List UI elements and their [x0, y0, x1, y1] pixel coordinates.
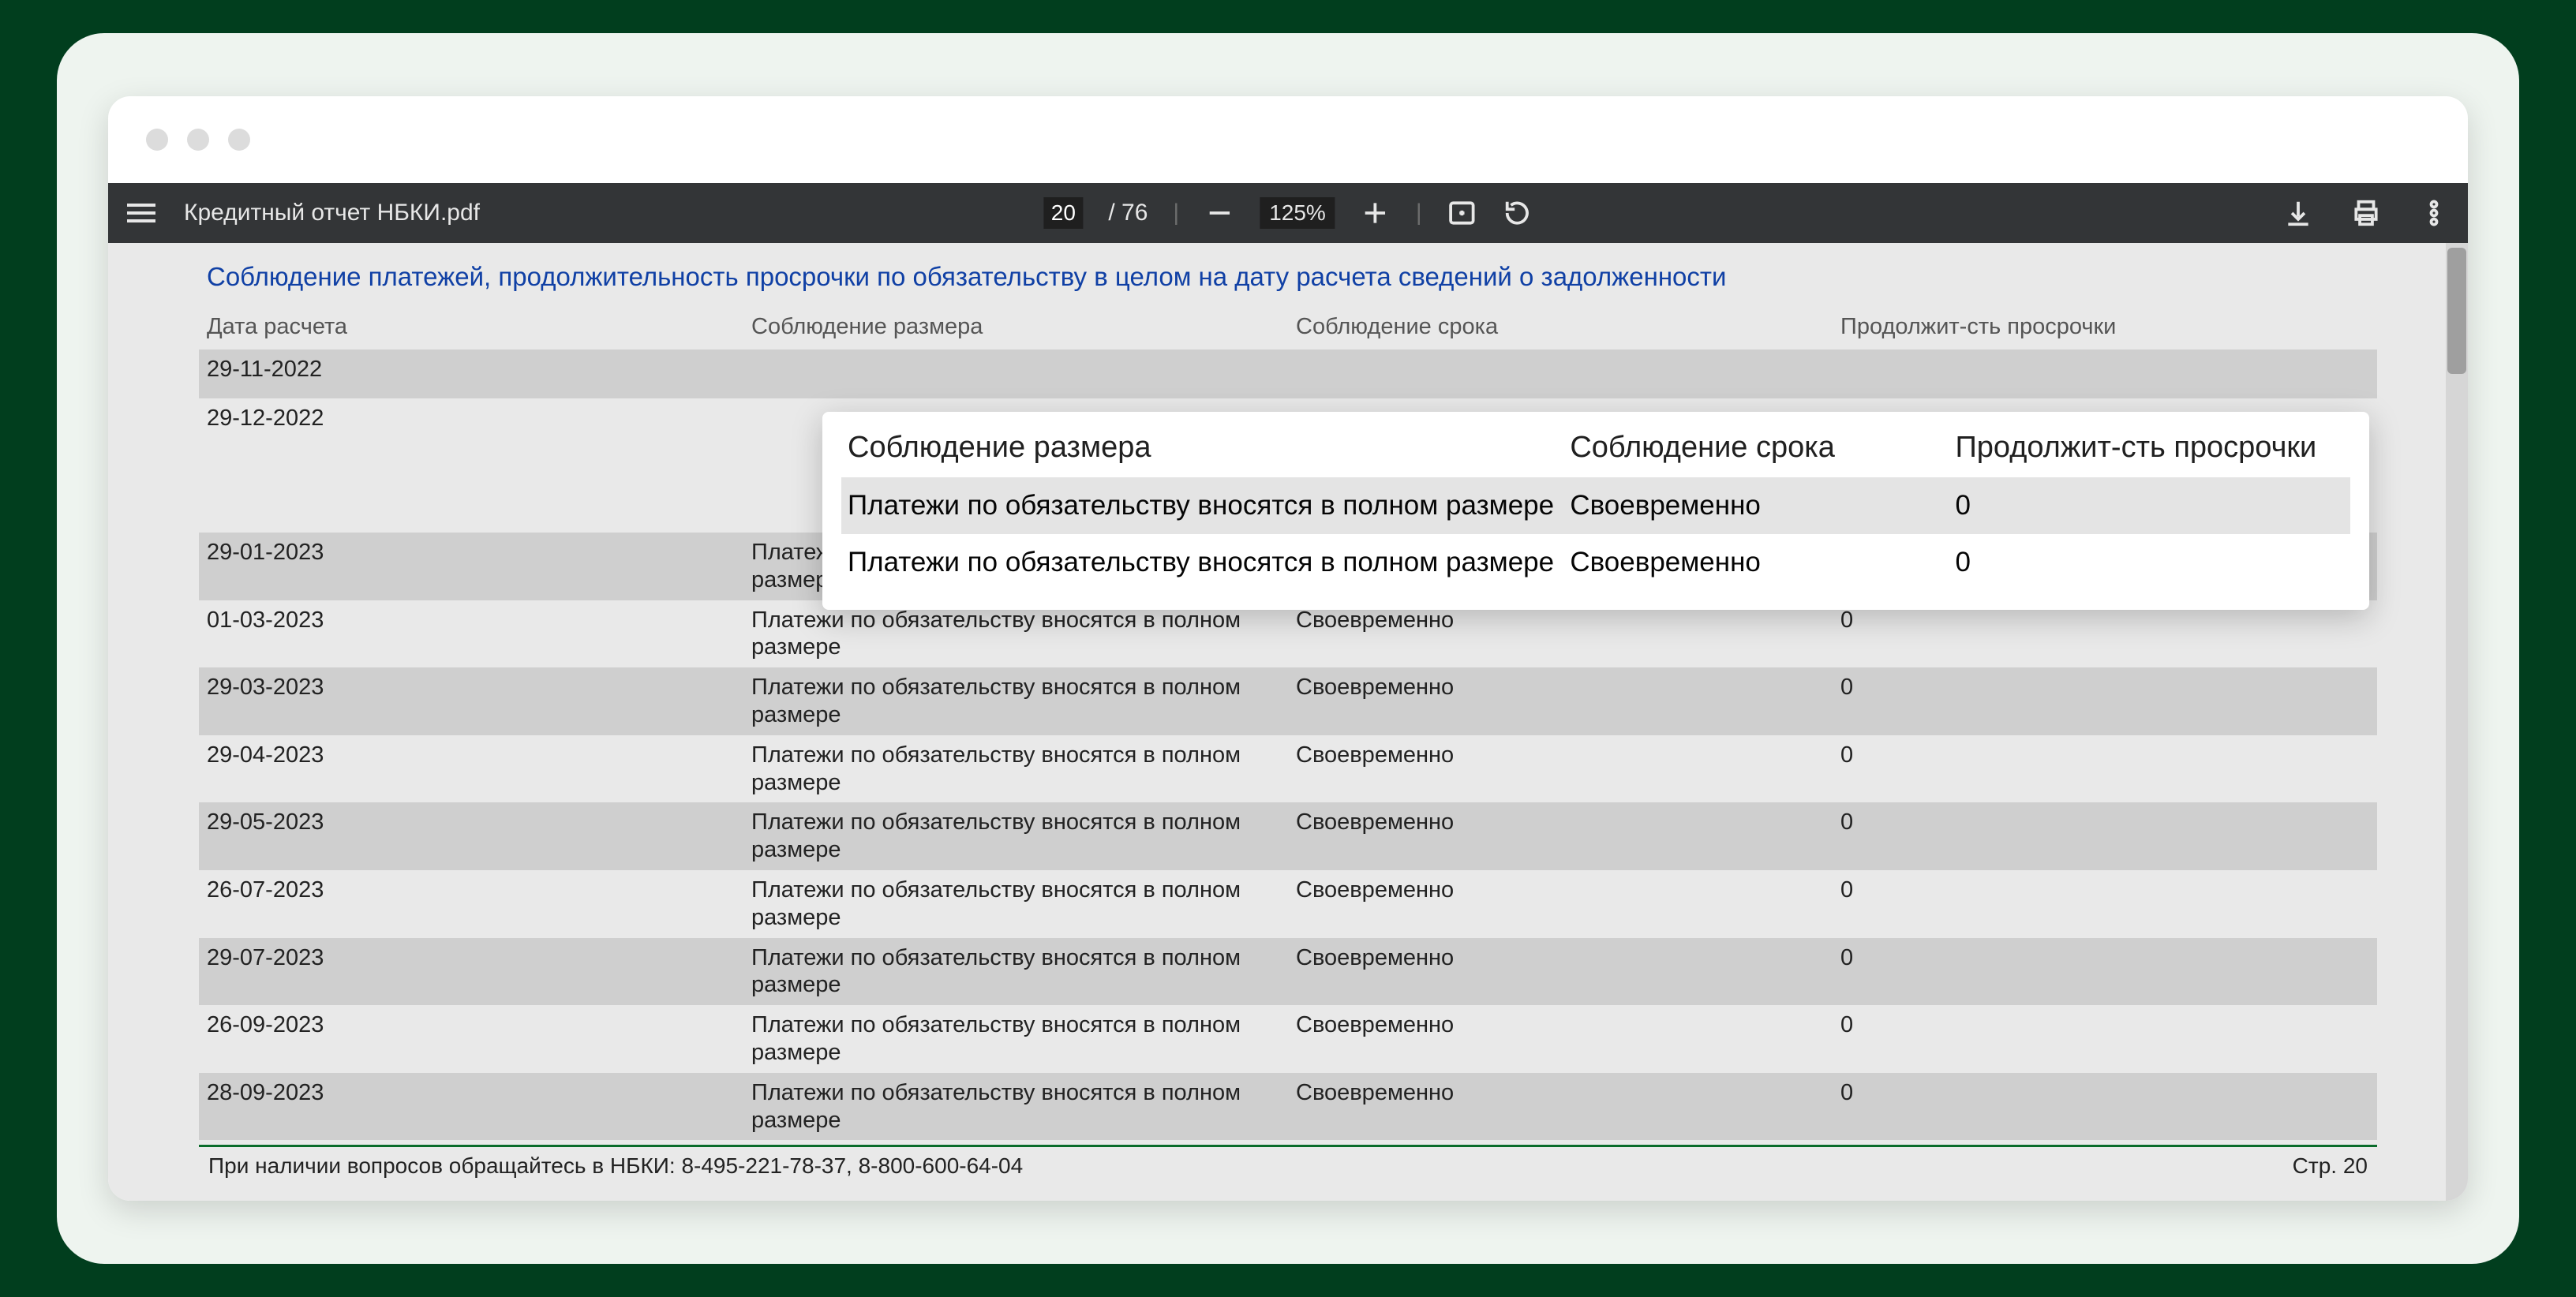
cell-compliance: Платежи по обязательству вносятся в полн…: [743, 667, 1288, 735]
cell-compliance: Платежи по обязательству вносятся в полн…: [743, 600, 1288, 668]
table-row: 26-07-2023Платежи по обязательству внося…: [199, 870, 2377, 938]
cell-compliance: Платежи по обязательству вносятся в полн…: [743, 938, 1288, 1006]
cell-duration: 0: [1833, 938, 2377, 1006]
zoom-in-icon[interactable]: [1361, 198, 1391, 228]
table-row: 01-03-2023Платежи по обязательству внося…: [199, 600, 2377, 668]
pdf-page: Соблюдение платежей, продолжительность п…: [199, 243, 2377, 1201]
table-row: 29-04-2023Платежи по обязательству внося…: [199, 735, 2377, 803]
footer-contact: При наличии вопросов обращайтесь в НБКИ:…: [208, 1153, 1023, 1179]
cell-term: Своевременно: [1288, 735, 1833, 803]
window-zoom-dot[interactable]: [228, 129, 250, 151]
table-row: 29-11-2022: [199, 349, 2377, 398]
page-footer: При наличии вопросов обращайтесь в НБКИ:…: [199, 1145, 2377, 1179]
print-icon[interactable]: [2351, 198, 2381, 228]
page-number-input[interactable]: [1043, 197, 1083, 229]
cell-duration: 0: [1833, 802, 2377, 870]
col-header-date: Дата расчета: [199, 306, 743, 349]
cell-compliance: [743, 349, 1288, 398]
zoom-out-icon[interactable]: [1204, 198, 1234, 228]
cell-date: 29-07-2023: [199, 938, 743, 1006]
document-title: Кредитный отчет НБКИ.pdf: [184, 200, 480, 226]
more-icon[interactable]: [2419, 198, 2449, 228]
page-total: / 76: [1108, 200, 1148, 226]
cell-duration: 0: [1833, 600, 2377, 668]
cell-date: 29-05-2023: [199, 802, 743, 870]
popover-cell-compliance: Платежи по обязательству вносятся в полн…: [841, 534, 1563, 591]
cell-date: 28-09-2023: [199, 1073, 743, 1141]
cell-duration: 0: [1833, 870, 2377, 938]
window-titlebar: [108, 96, 2468, 183]
table-row: 29-03-2023Платежи по обязательству внося…: [199, 667, 2377, 735]
popover-row: Платежи по обязательству вносятся в полн…: [841, 477, 2350, 534]
popover-header-compliance: Соблюдение размера: [841, 424, 1563, 477]
scrollbar-thumb[interactable]: [2447, 248, 2466, 374]
cell-term: Своевременно: [1288, 1005, 1833, 1073]
cell-date: 29-11-2022: [199, 349, 743, 398]
cell-duration: 0: [1833, 667, 2377, 735]
menu-icon[interactable]: [127, 199, 155, 227]
cell-duration: 0: [1833, 1073, 2377, 1141]
cell-date: 29-12-2022: [199, 398, 743, 533]
table-row: 29-07-2023Платежи по обязательству внося…: [199, 938, 2377, 1006]
table-row: 26-09-2023Платежи по обязательству внося…: [199, 1005, 2377, 1073]
col-header-term: Соблюдение срока: [1288, 306, 1833, 349]
cell-term: [1288, 349, 1833, 398]
cell-compliance: Платежи по обязательству вносятся в полн…: [743, 802, 1288, 870]
popover-row: Платежи по обязательству вносятся в полн…: [841, 534, 2350, 591]
cell-date: 26-09-2023: [199, 1005, 743, 1073]
cell-date: 01-03-2023: [199, 600, 743, 668]
table-row: 28-09-2023Платежи по обязательству внося…: [199, 1073, 2377, 1141]
cell-term: Своевременно: [1288, 938, 1833, 1006]
cell-date: 29-04-2023: [199, 735, 743, 803]
popover-header-duration: Продолжит-сть просрочки: [1949, 424, 2350, 477]
cell-duration: 0: [1833, 735, 2377, 803]
popover-cell-term: Своевременно: [1563, 534, 1949, 591]
popover-cell-duration: 0: [1949, 534, 2350, 591]
cell-term: Своевременно: [1288, 667, 1833, 735]
footer-page: Стр. 20: [2293, 1153, 2368, 1179]
cell-compliance: Платежи по обязательству вносятся в полн…: [743, 1005, 1288, 1073]
window-close-dot[interactable]: [146, 129, 168, 151]
cell-term: Своевременно: [1288, 870, 1833, 938]
section-title: Соблюдение платежей, продолжительность п…: [199, 262, 2377, 306]
cell-compliance: Платежи по обязательству вносятся в полн…: [743, 735, 1288, 803]
popover-cell-duration: 0: [1949, 477, 2350, 534]
rotate-icon[interactable]: [1503, 198, 1533, 228]
stage: Кредитный отчет НБКИ.pdf / 76 | 125% |: [57, 33, 2519, 1264]
cell-term: Своевременно: [1288, 802, 1833, 870]
browser-window: Кредитный отчет НБКИ.pdf / 76 | 125% |: [108, 96, 2468, 1201]
cell-duration: 0: [1833, 1005, 2377, 1073]
cell-term: Своевременно: [1288, 600, 1833, 668]
scrollbar[interactable]: [2446, 243, 2468, 1201]
pdf-viewer[interactable]: Соблюдение платежей, продолжительность п…: [108, 243, 2468, 1201]
tooltip-popover: Соблюдение размера Соблюдение срока Прод…: [822, 412, 2369, 610]
cell-date: 29-01-2023: [199, 533, 743, 600]
cell-term: Своевременно: [1288, 1073, 1833, 1141]
cell-duration: [1833, 349, 2377, 398]
cell-date: 26-07-2023: [199, 870, 743, 938]
popover-cell-term: Своевременно: [1563, 477, 1949, 534]
pdf-toolbar: Кредитный отчет НБКИ.pdf / 76 | 125% |: [108, 183, 2468, 243]
col-header-duration: Продолжит-сть просрочки: [1833, 306, 2377, 349]
cell-compliance: Платежи по обязательству вносятся в полн…: [743, 1073, 1288, 1141]
cell-date: 29-03-2023: [199, 667, 743, 735]
download-icon[interactable]: [2283, 198, 2313, 228]
popover-cell-compliance: Платежи по обязательству вносятся в полн…: [841, 477, 1563, 534]
zoom-level[interactable]: 125%: [1260, 197, 1335, 229]
table-row: 29-05-2023Платежи по обязательству внося…: [199, 802, 2377, 870]
popover-header-term: Соблюдение срока: [1563, 424, 1949, 477]
cell-compliance: Платежи по обязательству вносятся в полн…: [743, 870, 1288, 938]
fit-page-icon[interactable]: [1447, 198, 1477, 228]
col-header-compliance: Соблюдение размера: [743, 306, 1288, 349]
window-minimize-dot[interactable]: [187, 129, 209, 151]
